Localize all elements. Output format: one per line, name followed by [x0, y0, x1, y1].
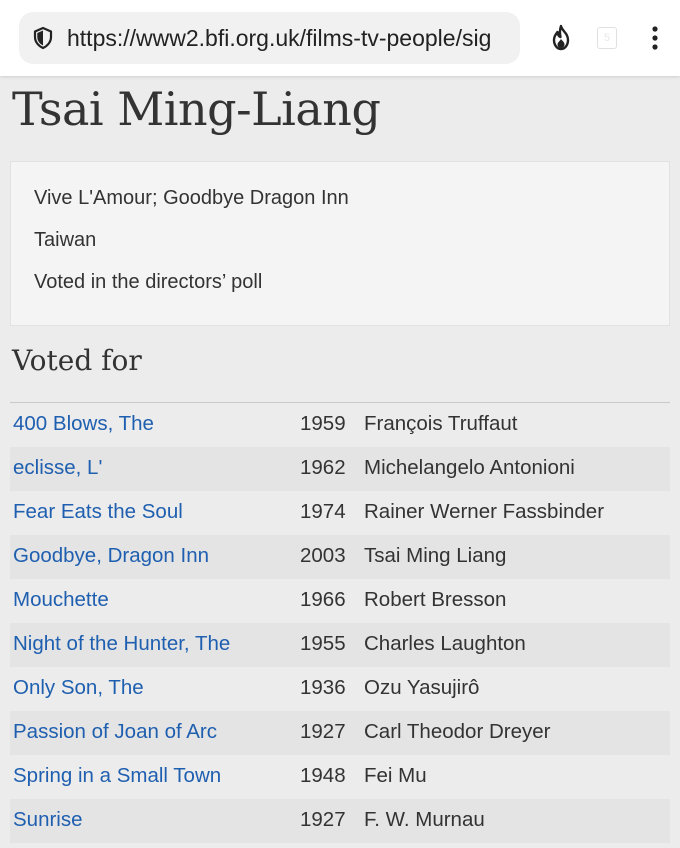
film-link[interactable]: Sunrise: [13, 808, 83, 832]
film-director: Fei Mu: [364, 764, 427, 787]
table-row: eclisse, L' 1962 Michelangelo Antonioni: [10, 447, 670, 491]
film-year: 1936: [300, 676, 346, 699]
film-year: 1927: [300, 808, 346, 831]
film-director: François Truffaut: [364, 412, 518, 435]
film-year: 1962: [300, 456, 346, 479]
flame-icon[interactable]: [548, 24, 574, 52]
shield-icon[interactable]: [31, 26, 55, 50]
table-row: Night of the Hunter, The 1955 Charles La…: [10, 623, 670, 667]
film-year: 1948: [300, 764, 346, 787]
film-link[interactable]: Mouchette: [13, 588, 109, 612]
section-heading-voted-for: Voted for: [12, 344, 142, 377]
film-year: 1955: [300, 632, 346, 655]
table-row: Only Son, The 1936 Ozu Yasujirô: [10, 667, 670, 711]
url-text[interactable]: https://www2.bfi.org.uk/films-tv-people/…: [67, 25, 491, 52]
film-year: 1959: [300, 412, 346, 435]
film-year: 1974: [300, 500, 346, 523]
votes-table: 400 Blows, The 1959 François Truffaut ec…: [10, 403, 670, 843]
film-link[interactable]: Night of the Hunter, The: [13, 632, 230, 656]
film-director: Rainer Werner Fassbinder: [364, 500, 605, 523]
info-poll: Voted in the directors’ poll: [34, 271, 263, 293]
film-link[interactable]: Only Son, The: [13, 676, 144, 700]
table-row: Goodbye, Dragon Inn 2003 Tsai Ming Liang: [10, 535, 670, 579]
table-row: Fear Eats the Soul 1974 Rainer Werner Fa…: [10, 491, 670, 535]
table-row: Mouchette 1966 Robert Bresson: [10, 579, 670, 623]
address-bar[interactable]: https://www2.bfi.org.uk/films-tv-people/…: [19, 12, 520, 64]
film-director: Ozu Yasujirô: [364, 676, 480, 699]
film-year: 1966: [300, 588, 346, 611]
film-link[interactable]: Passion of Joan of Arc: [13, 720, 217, 744]
film-director: Carl Theodor Dreyer: [364, 720, 551, 743]
film-link[interactable]: 400 Blows, The: [13, 412, 154, 436]
film-link[interactable]: Spring in a Small Town: [13, 764, 221, 788]
film-link[interactable]: eclisse, L': [13, 456, 102, 480]
tab-switcher-icon[interactable]: 5: [597, 27, 617, 49]
page-content: Tsai Ming-Liang Vive L'Amour; Goodbye Dr…: [0, 76, 680, 848]
table-row: 400 Blows, The 1959 François Truffaut: [10, 403, 670, 447]
info-films: Vive L'Amour; Goodbye Dragon Inn: [34, 187, 349, 209]
more-vert-icon[interactable]: [648, 24, 662, 52]
table-row: Spring in a Small Town 1948 Fei Mu: [10, 755, 670, 799]
film-link[interactable]: Fear Eats the Soul: [13, 500, 183, 524]
info-country: Taiwan: [34, 229, 97, 251]
film-director: F. W. Murnau: [364, 808, 485, 831]
table-row: Sunrise 1927 F. W. Murnau: [10, 799, 670, 843]
film-director: Michelangelo Antonioni: [364, 456, 575, 479]
table-row: Passion of Joan of Arc 1927 Carl Theodor…: [10, 711, 670, 755]
tab-count: 5: [603, 32, 611, 44]
page-title: Tsai Ming-Liang: [12, 82, 381, 136]
film-link[interactable]: Goodbye, Dragon Inn: [13, 544, 209, 568]
film-director: Robert Bresson: [364, 588, 507, 611]
film-year: 1927: [300, 720, 346, 743]
film-year: 2003: [300, 544, 346, 567]
film-director: Charles Laughton: [364, 632, 526, 655]
browser-toolbar: https://www2.bfi.org.uk/films-tv-people/…: [0, 0, 680, 76]
film-director: Tsai Ming Liang: [364, 544, 507, 567]
person-info-box: Vive L'Amour; Goodbye Dragon Inn Taiwan …: [10, 161, 670, 326]
